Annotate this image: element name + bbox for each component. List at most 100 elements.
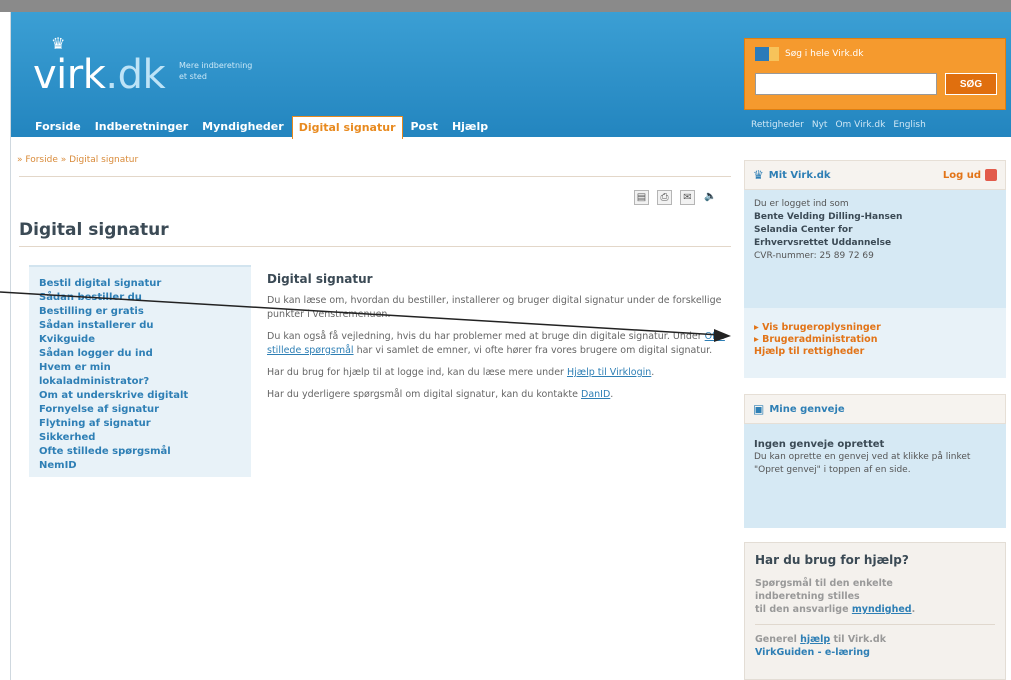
help-box: Har du brug for hjælp? Spørgsmål til den… xyxy=(744,542,1006,680)
search-label: Søg i hele Virk.dk xyxy=(785,49,864,59)
text: Generel xyxy=(755,634,801,645)
text: Har du brug for hjælp til at logge ind, … xyxy=(267,367,567,378)
subnav-item[interactable]: Kvikguide xyxy=(39,333,241,347)
nav-hjaelp[interactable]: Hjælp xyxy=(446,116,494,139)
subnav-item[interactable]: Bestilling er gratis xyxy=(39,305,241,319)
logged-in-text: Du er logget ind som xyxy=(754,199,849,209)
help-title: Har du brug for hjælp? xyxy=(755,553,909,567)
org-name-line-1: Selandia Center for xyxy=(754,225,853,235)
speaker-icon[interactable]: 🔈 xyxy=(703,190,718,205)
subnav-item[interactable]: Sikkerhed xyxy=(39,431,241,445)
search-panel: Søg i hele Virk.dk SØG xyxy=(744,38,1006,110)
browser-top-bar xyxy=(0,0,1011,12)
genveje-header: ▣ Mine genveje xyxy=(744,394,1006,424)
vis-brugeroplysninger-link[interactable]: ▸ Vis brugeroplysninger xyxy=(754,322,996,334)
search-input[interactable] xyxy=(755,73,937,95)
subnav-item[interactable]: Sådan logger du ind xyxy=(39,347,241,361)
nav-digital-signatur[interactable]: Digital signatur xyxy=(291,116,403,139)
page-title: Digital signatur xyxy=(19,220,169,240)
subnav-item[interactable]: Hvem er min xyxy=(39,361,241,375)
help-line: Spørgsmål til den enkelte xyxy=(755,578,893,589)
page-frame: ♛ virk.dk Mere indberetning et sted Fors… xyxy=(10,12,1011,680)
content-heading: Digital signatur xyxy=(267,272,373,286)
org-name-line-2: Erhvervsrettet Uddannelse xyxy=(754,238,892,248)
genveje-empty-text: Du kan oprette en genvej ved at klikke p… xyxy=(754,452,971,475)
virkguiden-link[interactable]: VirkGuiden - e-læring xyxy=(755,647,870,658)
help-text: Spørgsmål til den enkelte indberetning s… xyxy=(755,577,995,616)
subnav-item[interactable]: Om at underskrive digitalt xyxy=(39,389,241,403)
content-paragraph: Du kan læse om, hvordan du bestiller, in… xyxy=(267,295,722,320)
logo-domain: .dk xyxy=(105,52,166,98)
util-rettigheder[interactable]: Rettigheder xyxy=(751,120,804,130)
save-page-icon[interactable]: ▤ xyxy=(634,190,649,205)
subnav-item[interactable]: Flytning af signatur xyxy=(39,417,241,431)
text: Har du yderligere spørgsmål om digital s… xyxy=(267,389,582,400)
subnav-item[interactable]: Ofte stillede spørgsmål xyxy=(39,445,241,459)
close-icon xyxy=(985,169,997,181)
text: . xyxy=(911,604,916,615)
util-om-virk[interactable]: Om Virk.dk xyxy=(835,120,885,130)
mitvirk-header: ♛ Mit Virk.dk Log ud xyxy=(744,160,1006,190)
nav-post[interactable]: Post xyxy=(405,116,444,139)
content-paragraph: Du kan også få vejledning, hvis du har p… xyxy=(267,330,727,358)
print-icon[interactable]: ⎙ xyxy=(657,190,672,205)
text: . xyxy=(651,367,655,378)
divider xyxy=(19,246,731,247)
tagline: Mere indberetning et sted xyxy=(179,60,252,82)
genveje-empty-title: Ingen genveje oprettet xyxy=(754,439,885,450)
tagline-line-1: Mere indberetning xyxy=(179,61,253,70)
main-nav: Forside Indberetninger Myndigheder Digit… xyxy=(29,116,496,139)
divider xyxy=(755,624,995,625)
text: Du kan også få vejledning, hvis du har p… xyxy=(267,331,705,342)
subnav-item[interactable]: Fornyelse af signatur xyxy=(39,403,241,417)
virk-logo[interactable]: virk.dk xyxy=(33,52,166,98)
left-subnav: Bestil digital signatur Sådan bestiller … xyxy=(29,265,251,477)
search-button[interactable]: SØG xyxy=(945,73,997,95)
hjaelp-rettigheder-link[interactable]: Hjælp til rettigheder xyxy=(754,346,996,358)
subnav-item[interactable]: Bestil digital signatur xyxy=(39,277,241,291)
logout-button[interactable]: Log ud xyxy=(943,169,997,181)
crown-icon: ♛ xyxy=(753,168,764,182)
brugeradministration-link[interactable]: ▸ Brugeradministration xyxy=(754,334,996,346)
flag-icon xyxy=(755,47,779,61)
general-help-link[interactable]: hjælp xyxy=(800,634,830,645)
genveje-body: Ingen genveje oprettet Du kan oprette en… xyxy=(744,424,1006,528)
help-line: til den ansvarlige xyxy=(755,604,852,615)
right-column: ♛ Mit Virk.dk Log ud Du er logget ind so… xyxy=(744,160,1006,528)
subnav-item[interactable]: Sådan bestiller du xyxy=(39,291,241,305)
mitvirk-title: Mit Virk.dk xyxy=(768,169,831,181)
site-header: ♛ virk.dk Mere indberetning et sted Fors… xyxy=(11,12,1011,139)
subnav-item[interactable]: Sådan installerer du xyxy=(39,319,241,333)
text: har vi samlet de emner, vi ofte hører fr… xyxy=(353,345,713,356)
util-nyt[interactable]: Nyt xyxy=(812,120,828,130)
text: til Virk.dk xyxy=(830,634,887,645)
user-name: Bente Velding Dilling-Hansen xyxy=(754,212,903,222)
logo-text: virk xyxy=(33,52,106,98)
help-line: indberetning stilles xyxy=(755,591,860,602)
content-paragraph: Har du yderligere spørgsmål om digital s… xyxy=(267,388,727,402)
send-link-icon[interactable]: ✉ xyxy=(680,190,695,205)
general-help: Generel hjælp til Virk.dk VirkGuiden - e… xyxy=(755,633,995,659)
divider xyxy=(19,176,731,177)
cvr-number: CVR-nummer: 25 89 72 69 xyxy=(754,251,874,261)
nav-myndigheder[interactable]: Myndigheder xyxy=(196,116,290,139)
virklogin-help-link[interactable]: Hjælp til Virklogin xyxy=(567,367,651,378)
nav-forside[interactable]: Forside xyxy=(29,116,87,139)
genveje-title: Mine genveje xyxy=(769,403,845,415)
login-info: Du er logget ind som Bente Velding Dilli… xyxy=(744,190,1006,308)
crown-icon: ♛ xyxy=(51,34,66,53)
subnav-item[interactable]: lokaladministrator? xyxy=(39,375,241,389)
subnav-item[interactable]: NemID xyxy=(39,459,241,473)
logout-label: Log ud xyxy=(942,169,981,181)
nav-indberetninger[interactable]: Indberetninger xyxy=(89,116,194,139)
danid-link[interactable]: DanID xyxy=(581,389,610,400)
text: . xyxy=(610,389,614,400)
myndighed-link[interactable]: myndighed xyxy=(852,604,912,615)
main-content: Digital signatur Du kan læse om, hvordan… xyxy=(267,272,727,410)
breadcrumb[interactable]: » Forside » Digital signatur xyxy=(17,155,138,165)
page-tools: ▤ ⎙ ✉ 🔈 xyxy=(634,190,718,205)
util-english[interactable]: English xyxy=(893,120,926,130)
content-paragraph: Har du brug for hjælp til at logge ind, … xyxy=(267,366,727,380)
link-label: Brugeradministration xyxy=(762,334,878,345)
bookmark-icon: ▣ xyxy=(753,402,765,416)
